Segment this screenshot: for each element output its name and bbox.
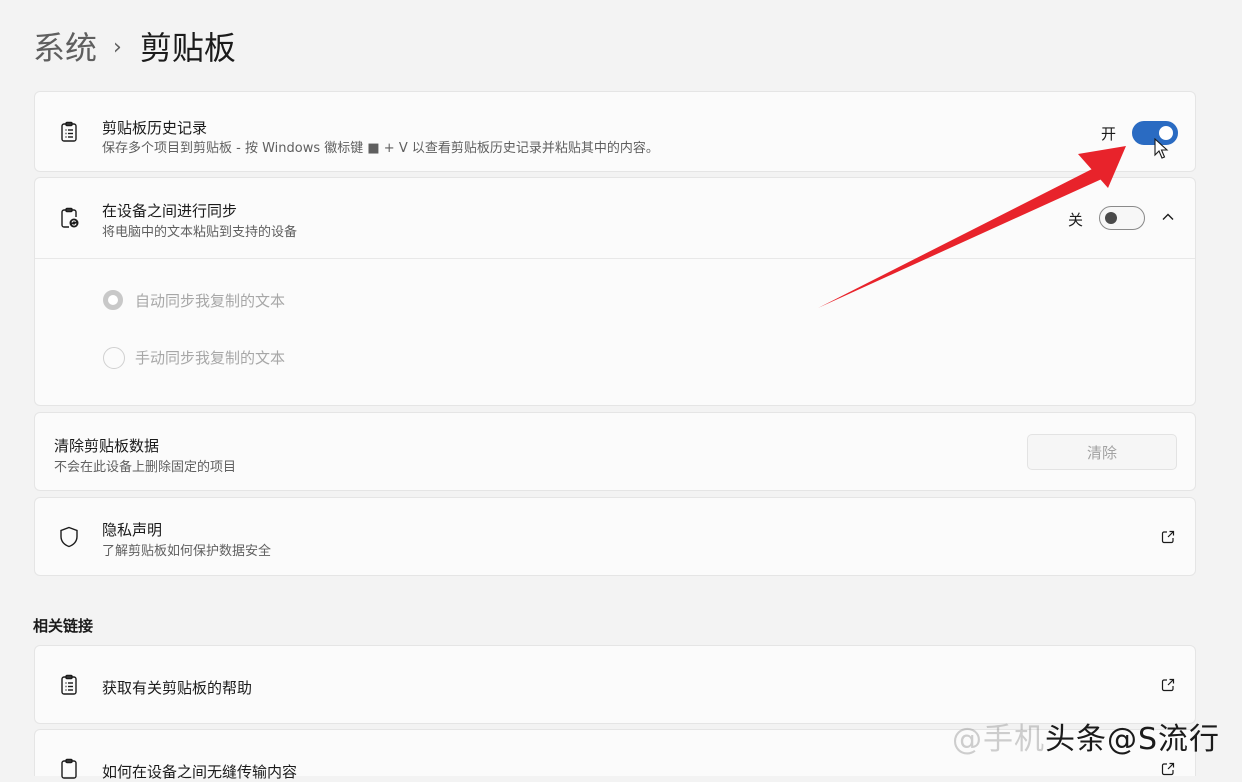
sync-title: 在设备之间进行同步: [102, 202, 238, 220]
clear-data-description: 不会在此设备上删除固定的项目: [54, 460, 237, 475]
breadcrumb-parent-system[interactable]: 系统: [33, 26, 97, 70]
clipboard-sync-icon: [57, 206, 81, 230]
related-link-label: 获取有关剪贴板的帮助: [102, 679, 253, 697]
breadcrumb: 系统 › 剪贴板: [33, 26, 236, 70]
clipboard-history-description: 保存多个项目到剪贴板 - 按 Windows 徽标键 ■ + V 以查看剪贴板历…: [102, 141, 659, 156]
related-link-label: 如何在设备之间无缝传输内容: [102, 763, 298, 781]
privacy-description: 了解剪贴板如何保护数据安全: [102, 544, 272, 559]
radio-auto-sync[interactable]: [103, 290, 123, 310]
clipboard-icon: [57, 757, 81, 781]
clear-data-title: 清除剪贴板数据: [54, 437, 160, 455]
shield-icon: [57, 525, 81, 549]
radio-manual-sync-label: 手动同步我复制的文本: [135, 349, 286, 367]
sync-description: 将电脑中的文本粘贴到支持的设备: [102, 225, 298, 240]
radio-auto-sync-label: 自动同步我复制的文本: [135, 292, 286, 310]
external-link-icon: [1160, 761, 1176, 777]
related-links-heading: 相关链接: [33, 617, 94, 635]
chevron-up-icon[interactable]: [1159, 208, 1177, 226]
breadcrumb-separator: ›: [113, 35, 122, 60]
divider: [35, 258, 1195, 259]
watermark-main-text: 头条@S流行: [1044, 722, 1220, 757]
privacy-card[interactable]: 隐私声明 了解剪贴板如何保护数据安全: [34, 497, 1196, 576]
clipboard-history-title: 剪贴板历史记录: [102, 119, 208, 137]
sync-card: 在设备之间进行同步 将电脑中的文本粘贴到支持的设备 关 自动同步我复制的文本 手…: [34, 177, 1196, 406]
watermark: @手机头条@S流行: [952, 714, 1220, 758]
sync-state-label: 关: [1068, 211, 1084, 229]
sync-toggle[interactable]: [1099, 206, 1145, 230]
clipboard-history-state-label: 开: [1101, 125, 1117, 143]
page-title: 剪贴板: [139, 29, 236, 67]
related-link-clipboard-help[interactable]: 获取有关剪贴板的帮助: [34, 645, 1196, 724]
clipboard-list-icon: [57, 673, 81, 697]
watermark-faded-text: @手机: [951, 722, 1045, 757]
external-link-icon: [1160, 677, 1176, 693]
mouse-cursor-icon: [1154, 138, 1169, 159]
privacy-title: 隐私声明: [102, 521, 163, 539]
radio-manual-sync[interactable]: [103, 347, 125, 369]
clipboard-list-icon: [57, 120, 81, 144]
toggle-knob: [1105, 212, 1117, 224]
clipboard-history-card: 剪贴板历史记录 保存多个项目到剪贴板 - 按 Windows 徽标键 ■ + V…: [34, 91, 1196, 172]
external-link-icon: [1160, 529, 1176, 545]
clear-button[interactable]: 清除: [1027, 434, 1177, 470]
clear-data-card: 清除剪贴板数据 不会在此设备上删除固定的项目 清除: [34, 412, 1196, 491]
